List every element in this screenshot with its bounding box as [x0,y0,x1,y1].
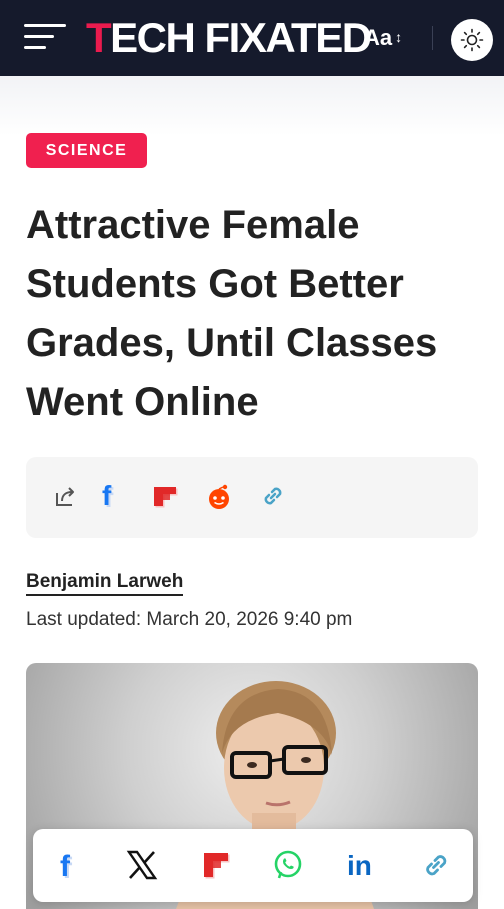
theme-toggle-button[interactable] [451,19,493,61]
last-updated-date: Last updated: March 20, 2026 9:40 pm [26,609,353,630]
menu-button[interactable] [24,22,68,54]
logo-text: ECH FIXATED [110,14,372,61]
menu-icon-line [24,35,54,38]
font-size-label: Aa [364,25,393,50]
article-title: Attractive Female Students Got Better Gr… [26,203,438,424]
category-badge[interactable]: SCIENCE [26,133,147,168]
facebook-icon[interactable]: f f [96,480,126,513]
author-link[interactable]: Benjamin Larweh [26,570,184,596]
sticky-share-bar: f f in [33,829,473,902]
linkedin-icon[interactable]: in [345,848,379,882]
header-divider [432,26,433,50]
copy-link-icon[interactable] [258,481,288,511]
svg-text:f: f [102,481,112,511]
logo-accent-letter: T [86,14,112,61]
font-size-button[interactable]: Aa ↕ [364,22,402,52]
share-box: f f [26,457,478,538]
whatsapp-icon[interactable] [271,848,305,882]
share-icon[interactable] [50,481,80,511]
flipboard-icon[interactable] [199,848,233,882]
x-icon[interactable] [125,848,159,882]
reddit-icon[interactable] [204,481,234,511]
flipboard-icon[interactable] [150,481,180,511]
menu-icon-line [24,24,66,27]
site-logo[interactable]: TECH FIXATED [86,14,372,62]
font-size-arrow-icon: ↕ [395,29,403,45]
site-header: TECH FIXATED Aa ↕ [0,0,504,76]
menu-icon-line [24,46,46,49]
header-shadow [0,76,504,136]
svg-text:f: f [60,850,71,882]
sun-icon [460,28,484,52]
facebook-icon[interactable]: f f [51,848,85,885]
svg-text:in: in [347,850,372,881]
copy-link-icon[interactable] [419,848,453,882]
